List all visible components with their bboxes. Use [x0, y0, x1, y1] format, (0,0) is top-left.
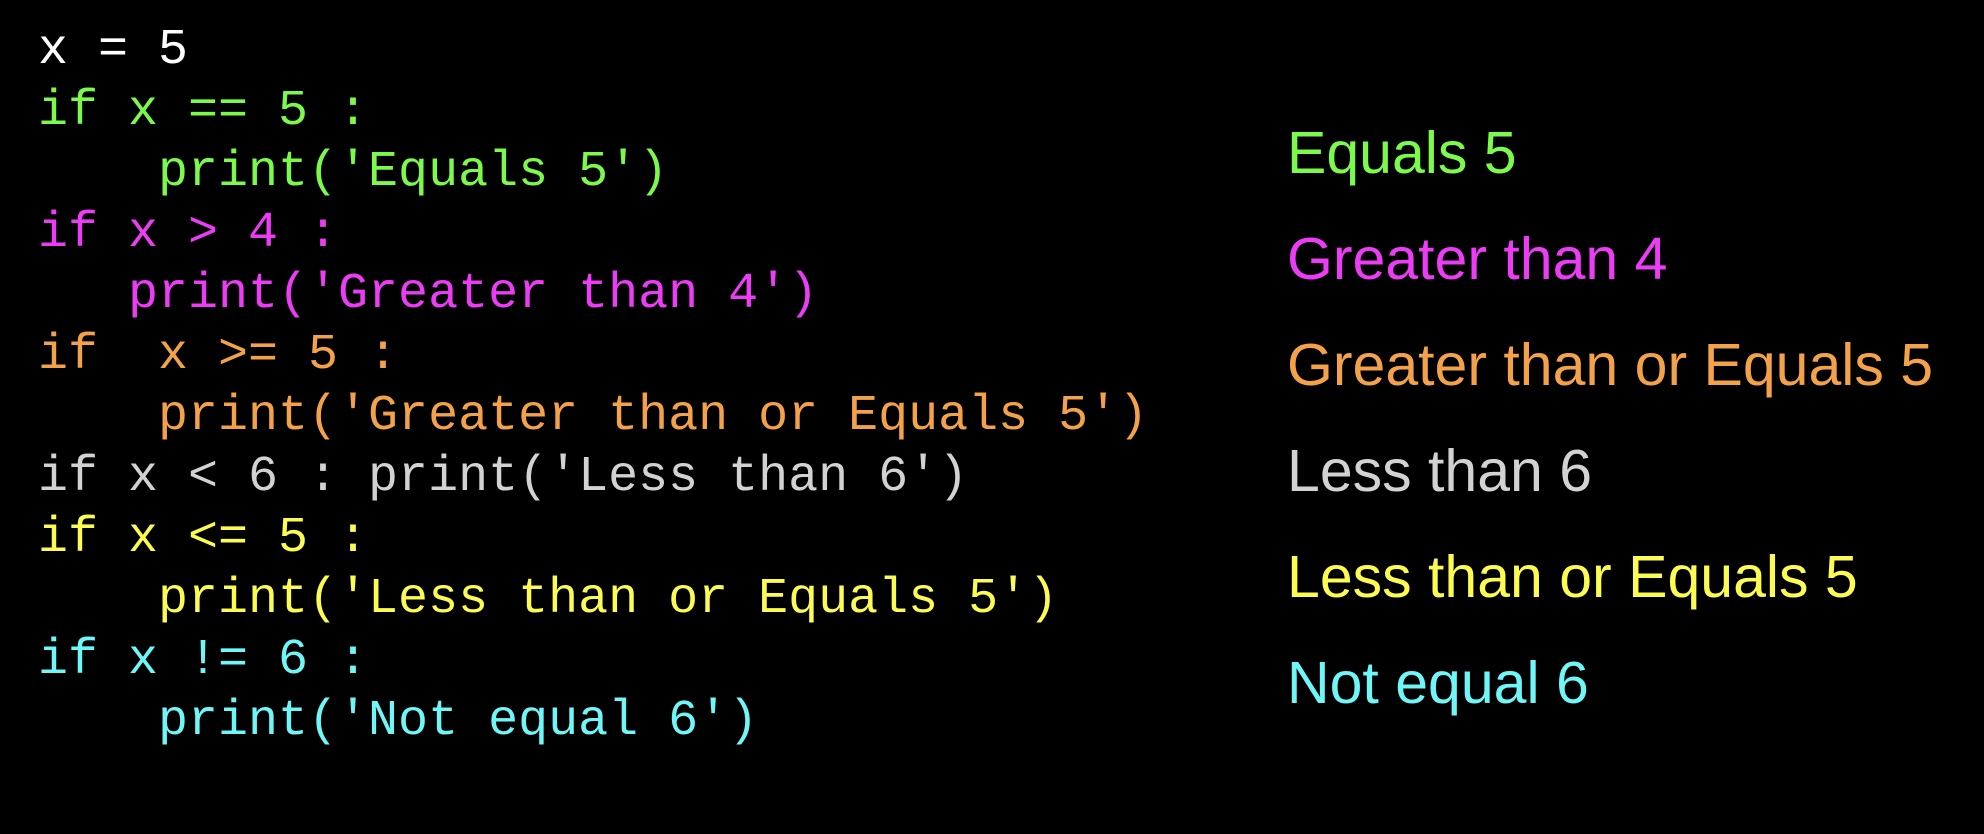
output-line-greater-eq: Greater than or Equals 5	[1287, 332, 1934, 398]
code-line-if-greater-eq: if x >= 5 :	[38, 327, 399, 384]
code-line-print-greater: print('Greater than 4')	[38, 266, 819, 323]
output-line-equals: Equals 5	[1287, 120, 1517, 186]
output-line-not-equal: Not equal 6	[1287, 650, 1589, 716]
output-block: Equals 5 Greater than 4 Greater than or …	[1287, 100, 1933, 736]
code-line-if-equals: if x == 5 :	[38, 83, 369, 140]
output-line-less-eq: Less than or Equals 5	[1287, 544, 1858, 610]
code-line-if-less: if x < 6 : print('Less than 6')	[38, 449, 969, 506]
code-line-print-greater-eq: print('Greater than or Equals 5')	[38, 388, 1149, 445]
output-line-less: Less than 6	[1287, 438, 1593, 504]
code-line-if-less-eq: if x <= 5 :	[38, 510, 369, 567]
code-line-print-equals: print('Equals 5')	[38, 144, 669, 201]
code-line-print-not-equal: print('Not equal 6')	[38, 693, 759, 750]
code-line-if-greater: if x > 4 :	[38, 205, 339, 262]
code-line-if-not-equal: if x != 6 :	[38, 632, 369, 689]
code-block: x = 5 if x == 5 : print('Equals 5') if x…	[38, 20, 1148, 752]
output-line-greater: Greater than 4	[1287, 226, 1668, 292]
code-line-assign: x = 5	[38, 22, 189, 79]
code-line-print-less-eq: print('Less than or Equals 5')	[38, 571, 1059, 628]
